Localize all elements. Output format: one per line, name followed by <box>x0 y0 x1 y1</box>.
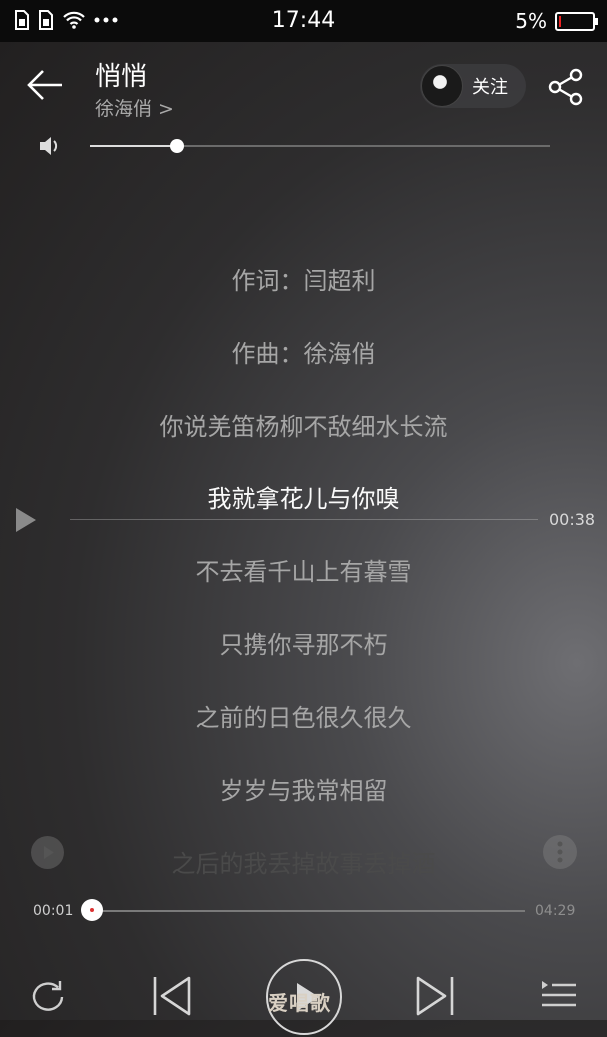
more-options-button[interactable] <box>543 835 577 869</box>
lyric-line: 只携你寻那不朽 <box>219 631 388 659</box>
seek-time: 00:38 <box>549 510 596 529</box>
mini-play-button[interactable] <box>31 836 64 869</box>
volume-slider[interactable] <box>90 139 550 153</box>
lyric-line: 不去看千山上有暮雪 <box>195 558 412 586</box>
lyric-line-current: 我就拿花儿与你嗅 <box>207 485 400 513</box>
repeat-icon[interactable] <box>28 979 68 1015</box>
volume-fill <box>90 145 178 147</box>
lyric-line: 作词：闫超利 <box>231 267 376 295</box>
volume-control <box>0 133 607 161</box>
speaker-icon <box>40 137 58 155</box>
volume-thumb[interactable] <box>170 139 185 153</box>
watermark: 爱唱歌 <box>268 991 331 1015</box>
play-icon <box>44 846 54 859</box>
progress-track[interactable] <box>93 910 525 912</box>
avatar <box>421 65 463 107</box>
lyric-line: 岁岁与我常相留 <box>219 777 388 805</box>
lyric-line: 之后的我丢掉故事丢掉酒 <box>171 850 436 878</box>
share-icon[interactable] <box>548 68 584 106</box>
progress-thumb[interactable] <box>81 899 103 921</box>
status-bar: 17:44 5% <box>0 0 607 42</box>
lyric-line: 你说羌笛杨柳不敌细水长流 <box>159 413 448 441</box>
lyric-line: 作曲：徐海俏 <box>231 340 376 368</box>
current-time: 00:01 <box>33 903 74 919</box>
playlist-icon[interactable] <box>540 977 578 1013</box>
battery-percent: 5% <box>515 9 547 33</box>
next-icon[interactable] <box>415 975 455 1017</box>
playback-progress: 00:01 04:29 <box>0 895 607 927</box>
more-vertical-icon <box>557 841 563 863</box>
lyric-seek-line <box>70 519 538 520</box>
back-arrow-icon[interactable] <box>26 68 64 102</box>
artist-link[interactable]: 徐海俏 > <box>95 94 174 121</box>
seek-play-icon[interactable] <box>14 506 38 534</box>
previous-icon[interactable] <box>152 975 192 1017</box>
total-time: 04:29 <box>535 903 576 919</box>
follow-button[interactable]: 关注 <box>420 64 526 108</box>
lyric-line: 之前的日色很久很久 <box>195 704 412 732</box>
status-icons-right: 5% <box>515 9 598 33</box>
battery-icon <box>555 11 598 31</box>
playback-controls: 爱唱歌 <box>0 955 607 1035</box>
song-title: 悄悄 <box>95 62 148 92</box>
player-header: 悄悄 徐海俏 > 关注 <box>0 42 607 132</box>
follow-label: 关注 <box>472 77 508 98</box>
